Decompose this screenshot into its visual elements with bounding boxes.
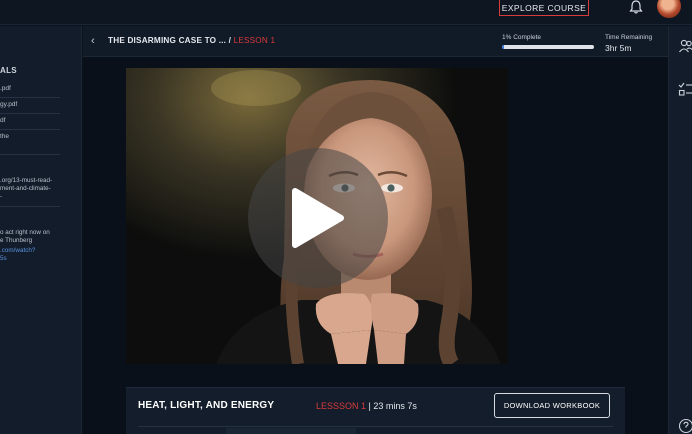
play-icon bbox=[292, 188, 344, 248]
progress-label: 1% Complete bbox=[502, 34, 542, 41]
course-title[interactable]: THE DISARMING CASE TO ... / bbox=[108, 36, 231, 45]
progress-bar bbox=[502, 45, 594, 49]
lesson-header: ‹ THE DISARMING CASE TO ... / LESSON 1 1… bbox=[83, 26, 668, 57]
resource-link-line-3[interactable]: - bbox=[0, 193, 2, 201]
resource-link-line-2[interactable]: ment-and-climate- bbox=[0, 185, 51, 193]
user-avatar[interactable] bbox=[657, 0, 681, 18]
chevron-left-icon[interactable]: ‹ bbox=[91, 35, 95, 47]
progress-fill bbox=[502, 45, 504, 49]
mini-player-controls[interactable] bbox=[226, 428, 356, 434]
right-toolbar bbox=[668, 26, 692, 434]
time-remaining-value: 3hr 5m bbox=[605, 43, 632, 53]
divider bbox=[0, 113, 60, 114]
meta-separator: | bbox=[368, 401, 371, 411]
time-remaining-label: Time Remaining bbox=[605, 34, 653, 41]
quote-line-1: o act right now on bbox=[0, 229, 50, 236]
material-file-1[interactable]: .pdf bbox=[0, 85, 11, 92]
lesson-tag: LESSSON 1 bbox=[316, 401, 367, 411]
divider bbox=[138, 426, 613, 427]
divider bbox=[0, 206, 60, 207]
lesson-duration: 23 mins 7s bbox=[373, 401, 417, 411]
material-file-4[interactable]: the bbox=[0, 133, 9, 140]
divider bbox=[0, 97, 60, 98]
help-icon[interactable] bbox=[678, 418, 692, 434]
play-button[interactable] bbox=[248, 148, 388, 288]
material-file-3[interactable]: df bbox=[0, 117, 5, 124]
lesson-title: HEAT, LIGHT, AND ENERGY bbox=[138, 400, 275, 411]
materials-sidebar: ALS .pdf gy.pdf df the .org/13-must-read… bbox=[0, 26, 82, 434]
lesson-info-card: HEAT, LIGHT, AND ENERGY LESSSON 1 | 23 m… bbox=[126, 387, 625, 434]
people-icon[interactable] bbox=[678, 38, 692, 54]
explore-course-button[interactable]: EXPLORE COURSE bbox=[499, 0, 589, 16]
resource-link-line-1[interactable]: .org/13-must-read- bbox=[0, 177, 52, 185]
bell-icon[interactable] bbox=[628, 0, 644, 14]
lesson-meta: LESSSON 1 | 23 mins 7s bbox=[316, 401, 417, 411]
quote-line-2: e Thunberg bbox=[0, 237, 33, 244]
checklist-icon[interactable] bbox=[678, 82, 692, 98]
breadcrumb: THE DISARMING CASE TO ... / LESSON 1 bbox=[108, 36, 275, 45]
lesson-label: LESSON 1 bbox=[233, 36, 276, 45]
video-link-line-1[interactable]: .com/watch? bbox=[0, 247, 35, 255]
material-file-2[interactable]: gy.pdf bbox=[0, 101, 17, 108]
download-workbook-button[interactable]: DOWNLOAD WORKBOOK bbox=[494, 393, 610, 418]
divider bbox=[0, 154, 60, 155]
divider bbox=[0, 129, 60, 130]
top-bar: EXPLORE COURSE bbox=[0, 0, 692, 25]
video-link-line-2[interactable]: 5s bbox=[0, 255, 7, 263]
materials-heading: ALS bbox=[0, 66, 17, 75]
